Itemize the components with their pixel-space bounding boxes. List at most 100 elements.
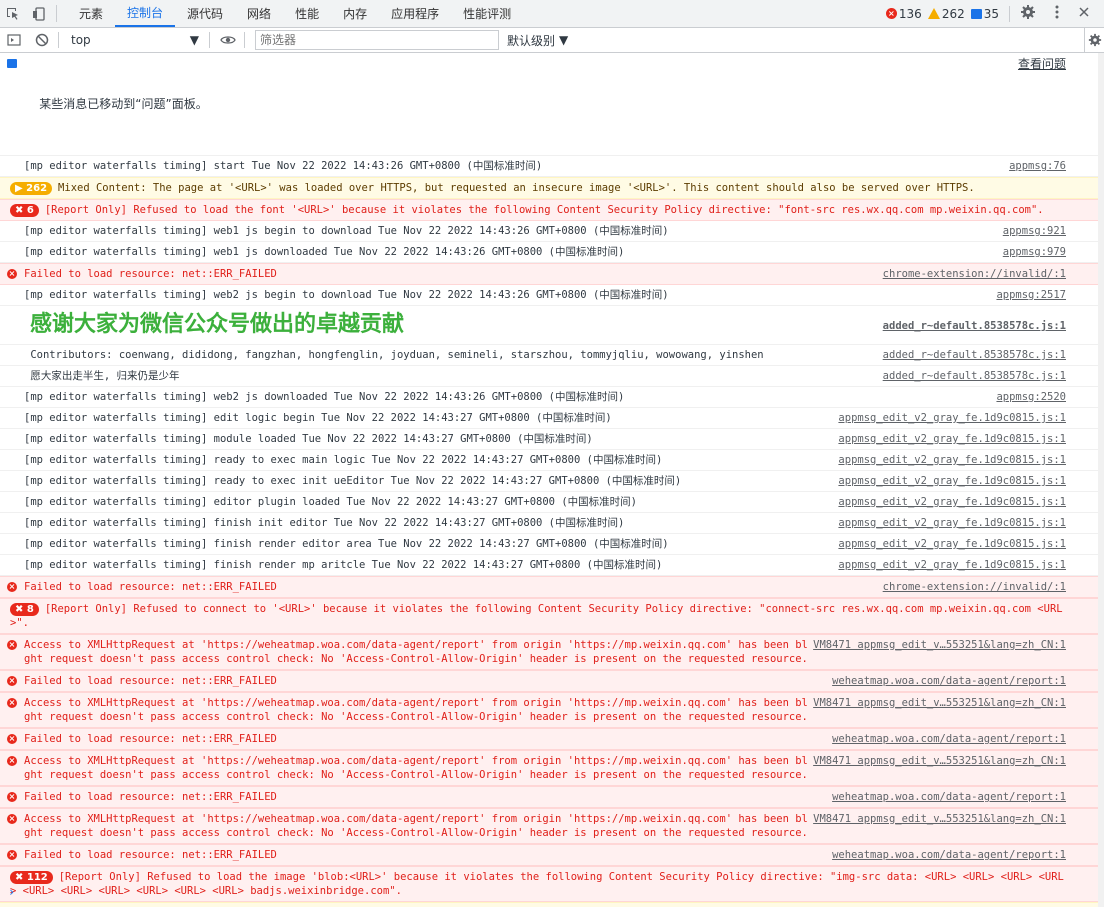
message-text: Failed to load resource: net::ERR_FAILED — [24, 849, 277, 861]
log-message: 感谢大家为微信公众号做出的卓越贡献 added_r~default.8538578… — [0, 306, 1104, 345]
source-link[interactable]: appmsg:921 — [997, 224, 1066, 238]
error-icon: × — [885, 8, 897, 19]
source-link[interactable]: weheatmap.woa.com/data-agent/report:1 — [826, 790, 1066, 804]
source-link[interactable]: weheatmap.woa.com/data-agent/report:1 — [826, 848, 1066, 862]
source-link[interactable]: VM8471 appmsg_edit_v…553251&lang=zh_CN:1 — [807, 638, 1066, 652]
source-link[interactable]: appmsg:979 — [997, 245, 1066, 259]
source-link[interactable]: appmsg_edit_v2_gray_fe.1d9c0815.js:1 — [832, 558, 1066, 572]
tab-performance[interactable]: 性能 — [283, 0, 331, 27]
source-link[interactable]: appmsg_edit_v2_gray_fe.1d9c0815.js:1 — [832, 474, 1066, 488]
source-link[interactable]: appmsg_edit_v2_gray_fe.1d9c0815.js:1 — [832, 432, 1066, 446]
message-text: 愿大家出走半生, 归来仍是少年 — [24, 370, 180, 382]
warning-counter[interactable]: 262 — [927, 6, 965, 21]
source-link[interactable]: appmsg:2520 — [990, 390, 1066, 404]
source-link[interactable]: appmsg_edit_v2_gray_fe.1d9c0815.js:1 — [832, 516, 1066, 530]
error-icon: × — [7, 640, 17, 650]
source-link[interactable]: appmsg_edit_v2_gray_fe.1d9c0815.js:1 — [832, 495, 1066, 509]
source-link[interactable]: appmsg_edit_v2_gray_fe.1d9c0815.js:1 — [832, 453, 1066, 467]
more-options-icon[interactable] — [1054, 4, 1060, 23]
log-message: [mp editor waterfalls timing] finish ren… — [0, 555, 1104, 576]
error-icon: × — [7, 698, 17, 708]
message-text: [mp editor waterfalls timing] ready to e… — [24, 475, 682, 487]
devtools-tabbar: 元素 控制台 源代码 网络 性能 内存 应用程序 性能评测 × 136 262 … — [0, 0, 1104, 28]
info-counter[interactable]: 35 — [970, 7, 999, 21]
source-link[interactable]: chrome-extension://invalid/:1 — [876, 267, 1066, 281]
console-prompt[interactable]: › — [0, 882, 1104, 904]
error-counter[interactable]: × 136 — [885, 6, 922, 21]
tab-lighthouse[interactable]: 性能评测 — [451, 0, 523, 27]
message-text: [mp editor waterfalls timing] module loa… — [24, 433, 593, 445]
message-text: [mp editor waterfalls timing] finish ren… — [24, 538, 669, 550]
source-link[interactable]: appmsg:76 — [1003, 159, 1066, 173]
clear-console-icon[interactable] — [28, 28, 56, 52]
message-text: Failed to load resource: net::ERR_FAILED — [24, 733, 277, 745]
error-message: × Access to XMLHttpRequest at 'https://we… — [0, 634, 1104, 670]
log-levels-dropdown[interactable]: 默认级别 ▼ — [507, 32, 568, 49]
message-text: [mp editor waterfalls timing] web2 js do… — [24, 391, 625, 403]
inspect-element-icon[interactable] — [0, 0, 26, 27]
error-message: × Failed to load resource: net::ERR_FAILE… — [0, 786, 1104, 808]
error-message: ✖ 8 [Report Only] Refused to connect to '… — [0, 598, 1104, 634]
source-link[interactable]: appmsg:2517 — [990, 288, 1066, 302]
tab-memory[interactable]: 内存 — [331, 0, 379, 27]
source-link[interactable]: appmsg_edit_v2_gray_fe.1d9c0815.js:1 — [832, 537, 1066, 551]
tab-elements[interactable]: 元素 — [67, 0, 115, 27]
repeat-count-badge[interactable]: ✖ 8 — [10, 603, 39, 616]
source-link[interactable]: weheatmap.woa.com/data-agent/report:1 — [826, 732, 1066, 746]
message-text: Failed to load resource: net::ERR_FAILED — [24, 268, 277, 280]
tab-console[interactable]: 控制台 — [115, 0, 176, 27]
message-icon — [970, 8, 982, 19]
source-link[interactable]: VM8471 appmsg_edit_v…553251&lang=zh_CN:1 — [807, 696, 1066, 710]
error-message: × Access to XMLHttpRequest at 'https://we… — [0, 808, 1104, 844]
source-link[interactable]: VM8471 appmsg_edit_v…553251&lang=zh_CN:1 — [807, 812, 1066, 826]
source-link[interactable]: weheatmap.woa.com/data-agent/report:1 — [826, 674, 1066, 688]
message-text: [mp editor waterfalls timing] finish ini… — [24, 517, 625, 529]
levels-label: 默认级别 — [507, 33, 556, 48]
tab-sources[interactable]: 源代码 — [175, 0, 235, 27]
source-link[interactable]: VM8471 appmsg_edit_v…553251&lang=zh_CN:1 — [807, 754, 1066, 768]
log-message: 愿大家出走半生, 归来仍是少年 added_r~default.8538578c.… — [0, 366, 1104, 387]
source-link[interactable]: added_r~default.8538578c.js:1 — [877, 348, 1066, 362]
message-text: Contributors: coenwang, dididong, fangzh… — [24, 349, 764, 361]
source-link[interactable]: appmsg_edit_v2_gray_fe.1d9c0815.js:1 — [832, 411, 1066, 425]
error-message: × Failed to load resource: net::ERR_FAILE… — [0, 844, 1104, 866]
message-text: [mp editor waterfalls timing] web2 js be… — [24, 289, 669, 301]
live-expression-eye-icon[interactable] — [214, 28, 242, 52]
toolbar-divider — [56, 5, 57, 22]
error-message: × Failed to load resource: net::ERR_FAILE… — [0, 670, 1104, 692]
error-icon: × — [7, 734, 17, 744]
log-message: [mp editor waterfalls timing] web1 js do… — [0, 242, 1104, 263]
context-selector[interactable]: top ▼ — [65, 30, 205, 50]
log-message: [mp editor waterfalls timing] web1 js be… — [0, 221, 1104, 242]
toolbar-divider — [58, 32, 59, 48]
error-icon: × — [7, 676, 17, 686]
view-issues-link[interactable]: 查看问题 — [1012, 54, 1066, 74]
tab-application[interactable]: 应用程序 — [379, 0, 451, 27]
close-icon[interactable] — [1078, 6, 1090, 21]
message-text: [mp editor waterfalls timing] start Tue … — [24, 160, 543, 172]
log-message: [mp editor waterfalls timing] web2 js be… — [0, 285, 1104, 306]
source-link[interactable]: added_r~default.8538578c.js:1 — [877, 309, 1066, 343]
error-message: × Access to XMLHttpRequest at 'https://we… — [0, 750, 1104, 786]
source-link[interactable]: added_r~default.8538578c.js:1 — [877, 369, 1066, 383]
warning-count: 262 — [941, 6, 965, 21]
error-count: 136 — [898, 6, 922, 21]
source-link[interactable]: chrome-extension://invalid/:1 — [876, 580, 1066, 594]
tab-network[interactable]: 网络 — [235, 0, 283, 27]
toolbar-divider — [209, 32, 210, 48]
scrollbar[interactable] — [1098, 53, 1104, 907]
prompt-chevron-icon: › — [8, 885, 16, 899]
issue-counters[interactable]: × 136 262 35 — [884, 0, 1104, 27]
console-settings-gear-icon[interactable] — [1084, 28, 1104, 52]
log-message: [mp editor waterfalls timing] start Tue … — [0, 156, 1104, 177]
repeat-count-badge[interactable]: ▶ 262 — [10, 182, 53, 195]
sidebar-toggle-icon[interactable] — [0, 28, 28, 52]
filter-input[interactable] — [255, 30, 499, 50]
warning-icon — [927, 8, 940, 19]
repeat-count-badge[interactable]: ✖ 6 — [10, 204, 39, 217]
message-text: Failed to load resource: net::ERR_FAILED — [24, 675, 277, 687]
notice-text: 某些消息已移动到“问题”面板。 — [39, 97, 208, 111]
device-toolbar-icon[interactable] — [26, 0, 52, 27]
settings-gear-icon[interactable] — [1020, 4, 1036, 23]
message-text: [mp editor waterfalls timing] ready to e… — [24, 454, 663, 466]
